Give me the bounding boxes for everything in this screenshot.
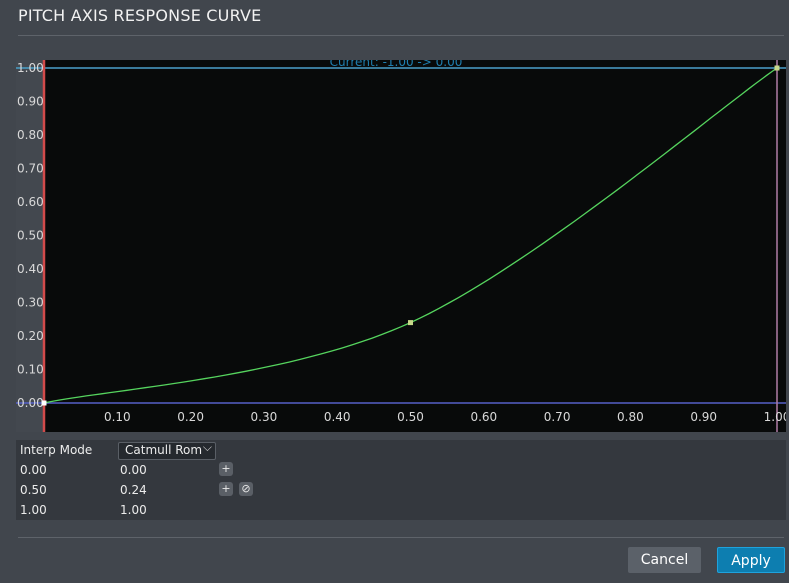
table-row: 0.00 0.00 + — [16, 460, 786, 480]
y-tick-label: 0.00 — [17, 396, 44, 410]
curve-points-table: Interp Mode Catmull Rom ⌵ 0.00 0.00 + 0.… — [16, 440, 786, 520]
response-curve-chart[interactable]: 1.00 0.90 0.80 0.70 0.60 0.50 0.40 0.30 0.20 0.10… — [16, 60, 786, 432]
add-icon[interactable]: + — [219, 462, 233, 476]
point-output-value[interactable]: 0.24 — [120, 483, 147, 497]
y-tick-label: 0.60 — [17, 195, 44, 209]
plot-area[interactable] — [44, 60, 786, 432]
footer-divider — [18, 537, 784, 538]
x-tick-label: 0.40 — [324, 410, 351, 424]
y-tick-label: 0.20 — [17, 329, 44, 343]
x-tick-label: 0.60 — [470, 410, 497, 424]
point-input-value[interactable]: 1.00 — [20, 503, 47, 517]
x-tick-label: 0.80 — [617, 410, 644, 424]
table-row: 0.50 0.24 + ⊘ — [16, 480, 786, 500]
x-tick-label: 1.00 — [764, 410, 786, 424]
x-tick-label: 0.20 — [177, 410, 204, 424]
chevron-down-icon: ⌵ — [202, 440, 212, 454]
x-tick-label: 0.90 — [690, 410, 717, 424]
add-icon[interactable]: + — [219, 482, 233, 496]
x-tick-label: 0.10 — [104, 410, 131, 424]
remove-icon[interactable]: ⊘ — [239, 482, 253, 496]
title-divider — [18, 35, 784, 36]
current-value-label: Current: -1.00 -> 0.00 — [330, 60, 463, 69]
cancel-button[interactable]: Cancel — [628, 547, 701, 573]
table-row: 1.00 1.00 — [16, 500, 786, 520]
dialog-title: PITCH AXIS RESPONSE CURVE — [18, 6, 262, 25]
point-output-value[interactable]: 0.00 — [120, 463, 147, 477]
y-tick-label: 1.00 — [17, 61, 44, 75]
x-tick-label: 0.70 — [544, 410, 571, 424]
interp-mode-value: Catmull Rom — [125, 443, 203, 457]
interp-mode-select[interactable]: Catmull Rom ⌵ — [118, 440, 216, 460]
y-tick-label: 0.80 — [17, 128, 44, 142]
point-input-value[interactable]: 0.00 — [20, 463, 47, 477]
x-tick-label: 0.50 — [397, 410, 424, 424]
y-tick-label: 0.10 — [17, 363, 44, 377]
curve-control-point[interactable] — [41, 400, 47, 406]
y-tick-label: 0.30 — [17, 296, 44, 310]
curve-plot[interactable]: 1.00 0.90 0.80 0.70 0.60 0.50 0.40 0.30 0.20 0.10… — [16, 60, 786, 432]
interp-mode-row: Interp Mode Catmull Rom ⌵ — [16, 440, 786, 460]
curve-control-point[interactable] — [774, 65, 780, 71]
y-tick-label: 0.50 — [17, 229, 44, 243]
x-tick-label: 0.30 — [251, 410, 278, 424]
point-input-value[interactable]: 0.50 — [20, 483, 47, 497]
interp-mode-label: Interp Mode — [20, 443, 93, 457]
curve-control-point[interactable] — [408, 320, 413, 326]
apply-button[interactable]: Apply — [717, 547, 785, 573]
y-tick-label: 0.40 — [17, 262, 44, 276]
y-tick-label: 0.90 — [17, 95, 44, 109]
point-output-value[interactable]: 1.00 — [120, 503, 147, 517]
y-tick-label: 0.70 — [17, 162, 44, 176]
